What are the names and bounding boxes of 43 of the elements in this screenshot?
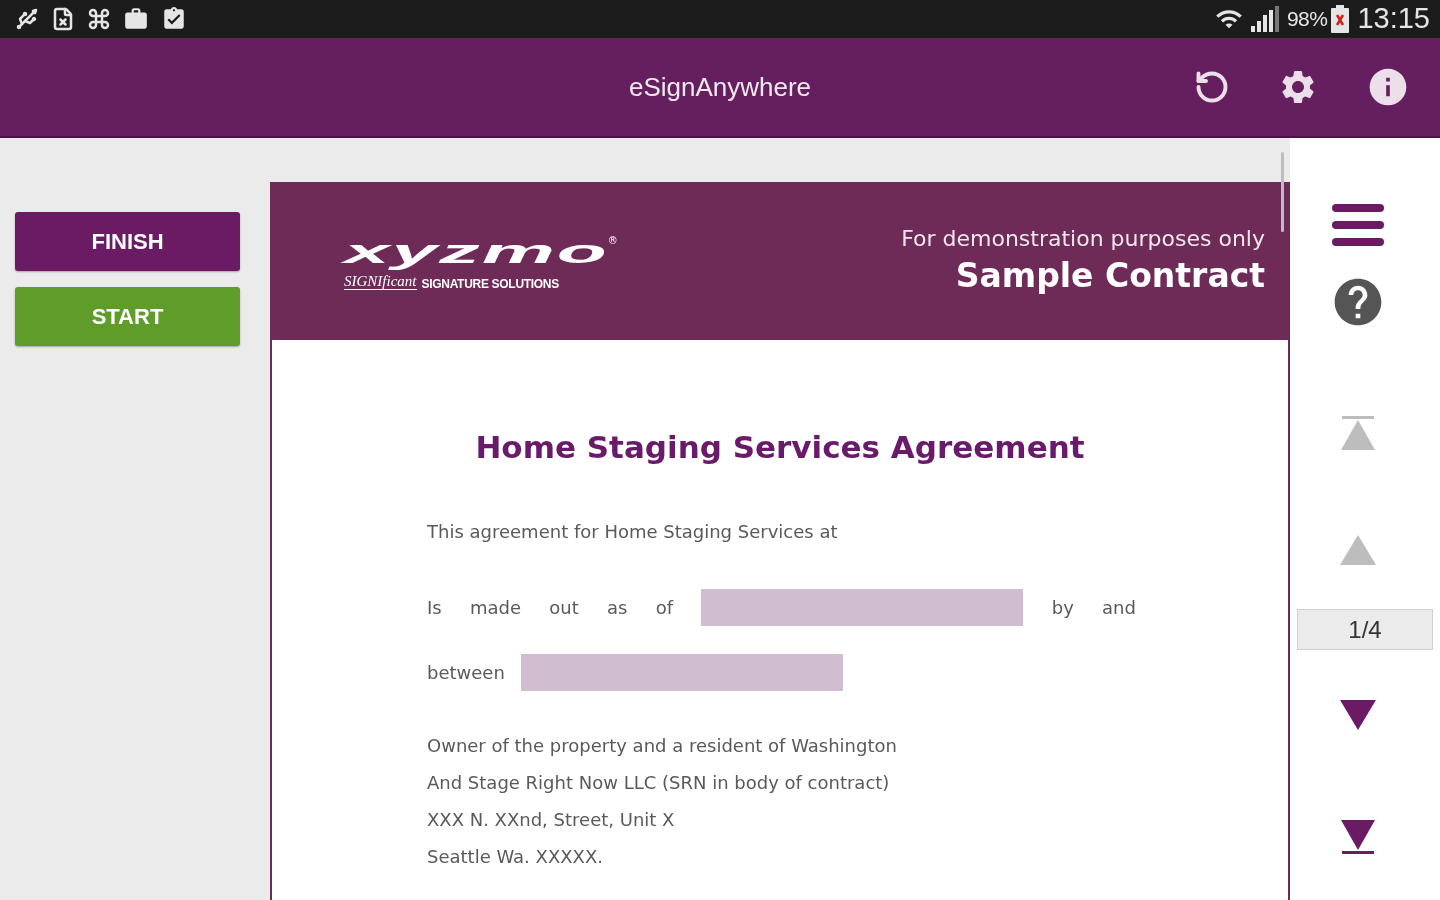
body-text: between: [427, 660, 505, 685]
battery-icon: [1331, 5, 1350, 33]
body-text: This agreement for Home Staging Services at: [427, 520, 839, 544]
body-text: made: [469, 596, 522, 620]
menu-button[interactable]: [1332, 204, 1384, 246]
body-text: and: [1102, 596, 1136, 620]
next-page-button[interactable]: [1340, 700, 1376, 730]
document-title: Home Staging Services Agreement: [474, 428, 1086, 467]
finish-button[interactable]: FINISH: [15, 212, 240, 271]
page-indicator: 1/4: [1297, 609, 1433, 650]
body-text: Is: [427, 596, 442, 620]
registered-mark: ®: [607, 236, 618, 246]
refresh-button[interactable]: [1194, 69, 1230, 105]
body-text: by: [1051, 596, 1074, 620]
app-title: eSignAnywhere: [628, 70, 812, 104]
input-field[interactable]: [520, 653, 843, 691]
input-field[interactable]: [701, 589, 1024, 626]
address-line: XXX N. XXnd, Street, Unit X: [427, 808, 676, 832]
last-page-button[interactable]: [1340, 820, 1376, 854]
logo-tagline: SIGNATURE SOLUTIONS: [421, 278, 559, 290]
demo-notice: For demonstration purposes only: [901, 225, 1265, 253]
menu-icon: [1332, 204, 1384, 246]
logo-tagline-script: SIGNIficant: [344, 274, 417, 290]
signal-icon: [1250, 6, 1279, 32]
clock-time: 13:15: [1357, 1, 1430, 37]
refresh-icon: [1194, 69, 1230, 105]
triangle-up-icon: [1340, 535, 1376, 565]
battery-percent: 98%: [1286, 6, 1328, 33]
address-line: Seattle Wa. XXXXX.: [427, 845, 604, 869]
triangle-down-icon: [1340, 700, 1376, 730]
contract-label: Sample Contract: [955, 255, 1265, 297]
body-text: of: [655, 596, 674, 620]
usb-icon: [15, 7, 39, 31]
skip-up-icon: [1340, 416, 1376, 450]
body-text: out: [549, 596, 579, 620]
body-text: as: [607, 596, 628, 620]
address-line: And Stage Right Now LLC (SRN in body of contract): [427, 771, 891, 795]
briefcase-icon: [123, 6, 149, 32]
clipboard-check-icon: [161, 6, 187, 32]
skip-down-icon: [1340, 820, 1376, 854]
command-icon: [87, 7, 111, 31]
document-x-icon: [51, 7, 75, 31]
address-line: Owner of the property and a resident of Washington: [427, 734, 898, 758]
